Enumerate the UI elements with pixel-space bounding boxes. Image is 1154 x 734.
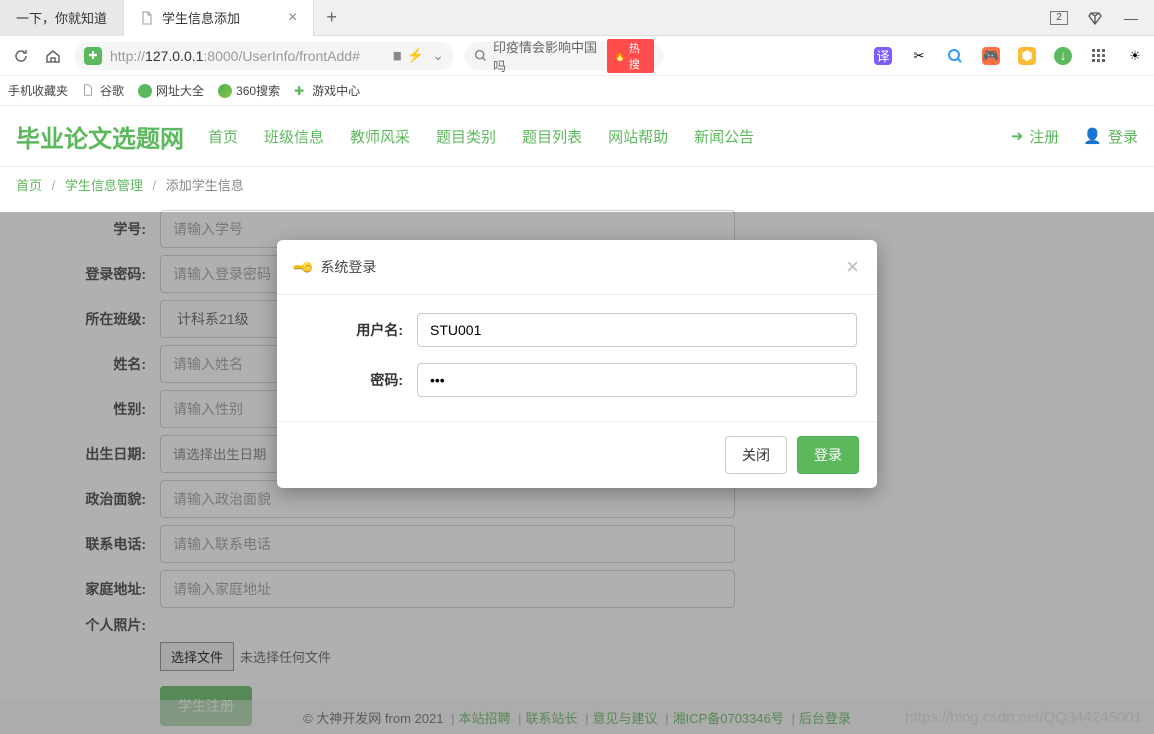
address-bar: ✚ http://127.0.0.1:8000/UserInfo/frontAd… — [0, 36, 1154, 76]
modal-overlay[interactable]: 🔑 系统登录 × 用户名: 密码: 关闭 登录 — [0, 212, 1154, 734]
breadcrumb: 首页 / 学生信息管理 / 添加学生信息 — [0, 166, 1154, 202]
tab-1[interactable]: 学生信息添加 × — [124, 0, 314, 36]
modal-title: 系统登录 — [320, 257, 376, 277]
nav-item[interactable]: 新闻公告 — [694, 126, 754, 147]
input-password[interactable] — [417, 363, 857, 397]
search-placeholder: 印疫情会影响中国吗 — [493, 37, 601, 75]
label-username: 用户名: — [297, 320, 417, 340]
tab-label: 一下，你就知道 — [16, 8, 107, 27]
close-button[interactable]: 关闭 — [725, 436, 787, 474]
qr-icon[interactable]: ▮▮ — [393, 49, 399, 62]
home-icon[interactable] — [42, 45, 64, 67]
login-modal: 🔑 系统登录 × 用户名: 密码: 关闭 登录 — [277, 240, 877, 488]
user-icon: 👤 — [1083, 127, 1102, 145]
key-icon: 🔑 — [292, 255, 316, 279]
new-tab-button[interactable]: + — [314, 7, 349, 28]
site-logo[interactable]: 毕业论文选题网 — [16, 119, 184, 154]
hot-tag: 🔥热搜 — [607, 39, 654, 73]
bookmark-item[interactable]: 360搜索 — [218, 82, 280, 99]
download-icon[interactable]: ↓ — [1054, 47, 1072, 65]
url-input[interactable]: ✚ http://127.0.0.1:8000/UserInfo/frontAd… — [74, 42, 454, 70]
security-icon[interactable]: ⬢ — [1018, 47, 1036, 65]
settings-icon[interactable]: ☀ — [1126, 47, 1144, 65]
bookmark-item[interactable]: 网址大全 — [138, 82, 204, 99]
game-icon[interactable]: 🎮 — [982, 47, 1000, 65]
breadcrumb-mgmt[interactable]: 学生信息管理 — [65, 178, 143, 193]
apps-icon[interactable] — [1090, 47, 1108, 65]
url-text: http://127.0.0.1:8000/UserInfo/frontAdd# — [110, 48, 360, 64]
search-icon — [474, 49, 487, 62]
tab-0[interactable]: 一下，你就知道 — [0, 0, 124, 36]
page-content: 毕业论文选题网 首页 班级信息 教师风采 题目类别 题目列表 网站帮助 新闻公告… — [0, 106, 1154, 734]
search-tool-icon[interactable] — [946, 47, 964, 65]
file-icon — [82, 84, 96, 98]
register-link[interactable]: ➜注册 — [1011, 126, 1060, 147]
translate-icon[interactable]: 译 — [874, 47, 892, 65]
bookmark-item[interactable]: 谷歌 — [82, 82, 124, 99]
tab-label: 学生信息添加 — [162, 8, 240, 27]
breadcrumb-home[interactable]: 首页 — [16, 178, 42, 193]
nav-item[interactable]: 题目列表 — [522, 126, 582, 147]
close-icon[interactable]: × — [846, 254, 859, 280]
bookmark-bar: 手机收藏夹 谷歌 网址大全 360搜索 ✚游戏中心 — [0, 76, 1154, 106]
label-password: 密码: — [297, 370, 417, 390]
site-header: 毕业论文选题网 首页 班级信息 教师风采 题目类别 题目列表 网站帮助 新闻公告… — [0, 106, 1154, 166]
nav-item[interactable]: 题目类别 — [436, 126, 496, 147]
q-icon — [218, 84, 232, 98]
minimize-icon[interactable]: — — [1122, 10, 1140, 26]
scissors-icon[interactable]: ✂ — [910, 47, 928, 65]
chevron-down-icon[interactable]: ⌄ — [432, 47, 444, 64]
globe-icon — [138, 84, 152, 98]
browser-tab-bar: 一下，你就知道 学生信息添加 × + 2 — — [0, 0, 1154, 36]
login-button[interactable]: 登录 — [797, 436, 859, 474]
file-icon — [140, 11, 154, 25]
nav-item[interactable]: 首页 — [208, 126, 238, 147]
bookmark-item[interactable]: ✚游戏中心 — [294, 82, 360, 99]
nav-item[interactable]: 网站帮助 — [608, 126, 668, 147]
signin-icon: ➜ — [1011, 127, 1024, 145]
refresh-icon[interactable] — [10, 45, 32, 67]
login-link[interactable]: 👤登录 — [1083, 126, 1138, 147]
window-counter-icon[interactable]: 2 — [1050, 10, 1068, 26]
nav-item[interactable]: 教师风采 — [350, 126, 410, 147]
nav-menu: 首页 班级信息 教师风采 题目类别 题目列表 网站帮助 新闻公告 — [208, 126, 754, 147]
bookmark-item[interactable]: 手机收藏夹 — [8, 82, 68, 99]
wardrobe-icon[interactable] — [1086, 10, 1104, 26]
breadcrumb-current: 添加学生信息 — [166, 178, 244, 193]
search-input[interactable]: 印疫情会影响中国吗 🔥热搜 — [464, 42, 664, 70]
nav-item[interactable]: 班级信息 — [264, 126, 324, 147]
input-username[interactable] — [417, 313, 857, 347]
shield-icon: ✚ — [84, 47, 102, 65]
game-icon: ✚ — [294, 84, 308, 98]
close-icon[interactable]: × — [288, 9, 297, 27]
modal-header: 🔑 系统登录 × — [277, 240, 877, 295]
lightning-icon[interactable]: ⚡ — [407, 47, 424, 64]
